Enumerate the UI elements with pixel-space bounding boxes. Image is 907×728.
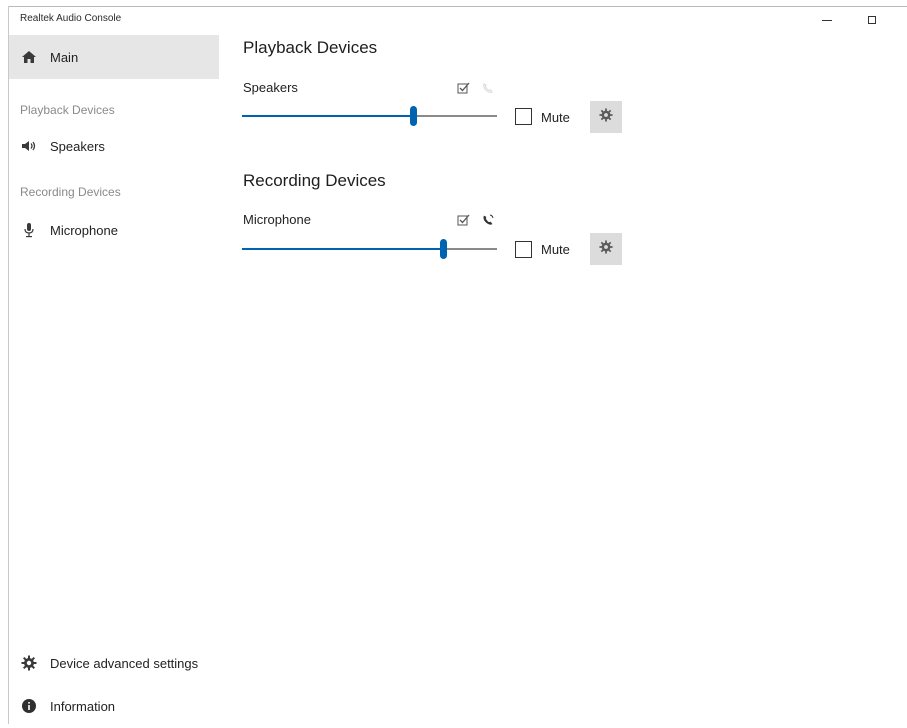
slider-thumb[interactable] — [440, 239, 448, 259]
minimize-button[interactable] — [807, 7, 847, 33]
microphone-device-name: Microphone — [243, 212, 311, 227]
sidebar-item-main[interactable]: Main — [9, 35, 219, 79]
gear-icon — [599, 239, 613, 259]
minimize-icon — [822, 19, 832, 21]
sidebar-header-playback: Playback Devices — [20, 103, 115, 117]
microphone-icon — [21, 222, 37, 238]
gear-icon — [599, 107, 613, 127]
sidebar-item-microphone[interactable]: Microphone — [9, 208, 219, 252]
sidebar-item-label: Main — [50, 49, 79, 65]
sidebar-item-device-advanced-settings[interactable]: Device advanced settings — [9, 641, 219, 685]
slider-thumb[interactable] — [409, 106, 417, 126]
maximize-button[interactable] — [852, 7, 892, 33]
slider-fill — [242, 115, 413, 117]
default-communication-icon — [481, 213, 495, 227]
sidebar: Main Playback Devices Speakers Recording… — [9, 33, 219, 724]
sidebar-item-label: Information — [50, 698, 116, 714]
speakers-mute-label: Mute — [541, 110, 570, 125]
microphone-settings-button[interactable] — [590, 233, 622, 265]
realtek-audio-console-window: Realtek Audio Console Main Playback Devi… — [0, 0, 907, 724]
microphone-mute-checkbox[interactable] — [515, 241, 532, 258]
sidebar-item-speakers[interactable]: Speakers — [9, 124, 219, 168]
window-title: Realtek Audio Console — [20, 13, 122, 24]
speakers-device-name: Speakers — [243, 80, 298, 95]
microphone-volume-slider[interactable] — [242, 239, 497, 259]
default-communication-icon — [481, 81, 495, 95]
home-icon — [21, 49, 37, 65]
microphone-mute-label: Mute — [541, 242, 570, 257]
speaker-icon — [21, 138, 37, 154]
sidebar-item-label: Speakers — [50, 138, 105, 154]
playback-devices-title: Playback Devices — [243, 38, 378, 57]
title-bar: Realtek Audio Console — [9, 7, 907, 33]
sidebar-header-recording: Recording Devices — [20, 185, 121, 199]
maximize-icon — [868, 16, 876, 24]
sidebar-item-label: Device advanced settings — [50, 655, 199, 671]
info-icon — [21, 698, 37, 714]
recording-devices-title: Recording Devices — [243, 171, 386, 190]
speakers-settings-button[interactable] — [590, 101, 622, 133]
speakers-volume-slider[interactable] — [242, 106, 497, 126]
sidebar-item-information[interactable]: Information — [9, 684, 219, 728]
gear-icon — [21, 655, 37, 671]
slider-fill — [242, 248, 444, 250]
sidebar-item-label: Microphone — [50, 222, 118, 238]
default-device-check-icon — [456, 81, 470, 95]
default-device-check-icon — [456, 213, 470, 227]
speakers-mute-checkbox[interactable] — [515, 108, 532, 125]
